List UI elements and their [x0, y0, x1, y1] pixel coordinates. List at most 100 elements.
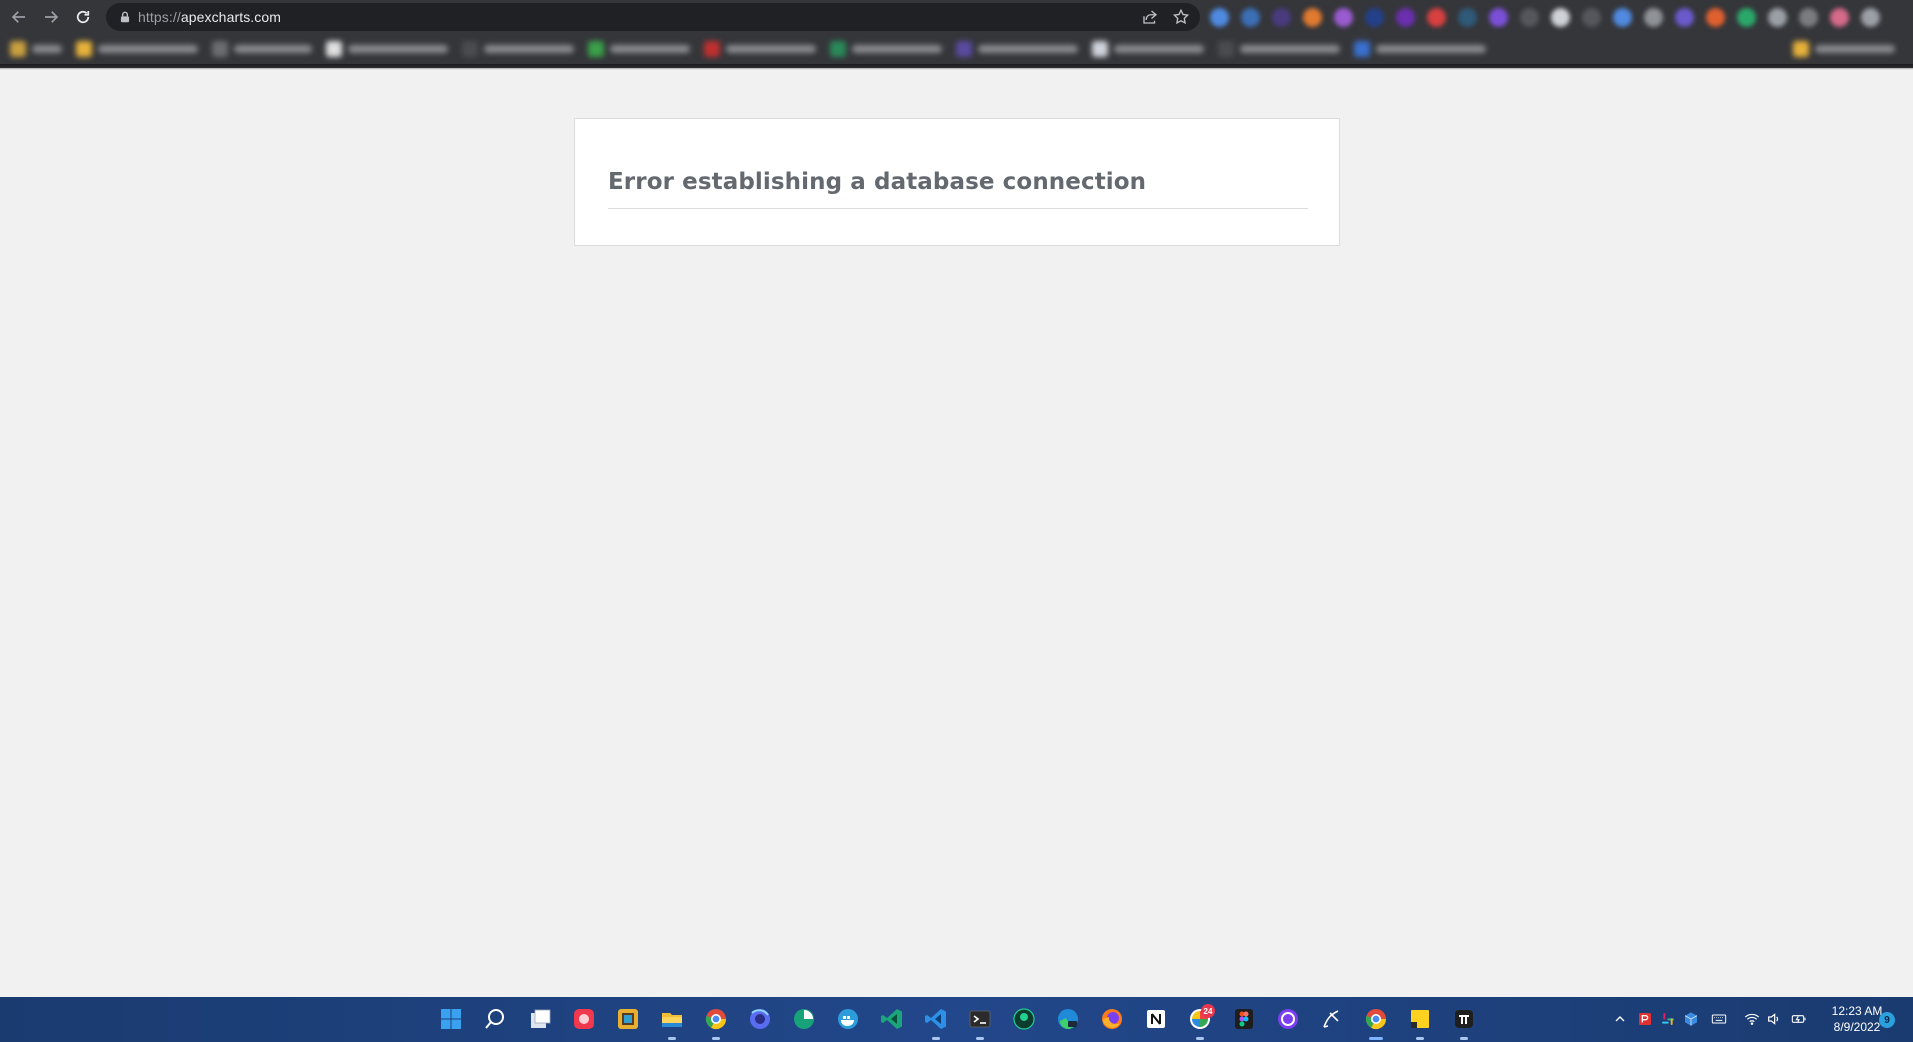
- bookmark-item[interactable]: [1218, 41, 1340, 57]
- notification-count-badge[interactable]: 9: [1879, 1012, 1895, 1028]
- extension-icon[interactable]: [1241, 7, 1260, 27]
- taskbar-chrome-canary[interactable]: [703, 1006, 729, 1032]
- app-pi-icon: [1455, 1010, 1473, 1028]
- running-indicator: [1196, 1037, 1204, 1040]
- extension-icon[interactable]: [1582, 7, 1601, 27]
- extension-icon[interactable]: [1613, 7, 1632, 27]
- keyboard-button[interactable]: [1709, 1009, 1729, 1029]
- keyboard-icon: [1711, 1014, 1727, 1024]
- start-button[interactable]: [438, 1006, 464, 1032]
- extension-icon[interactable]: [1210, 7, 1229, 27]
- url-text: https://apexcharts.com: [138, 9, 281, 25]
- reload-button[interactable]: [70, 4, 96, 30]
- running-indicator: [932, 1037, 940, 1040]
- app-flower-icon: [574, 1009, 594, 1029]
- share-button[interactable]: [1141, 8, 1159, 26]
- bookmark-item[interactable]: [212, 41, 312, 57]
- mail-unread-badge: 24: [1201, 1004, 1215, 1018]
- pdf-app-icon: [1639, 1013, 1651, 1025]
- search-button[interactable]: [482, 1006, 508, 1032]
- firefox-dev-icon: [750, 1009, 770, 1029]
- bookmark-item[interactable]: [462, 41, 574, 57]
- running-indicator: [976, 1037, 984, 1040]
- bookmark-item[interactable]: [830, 41, 942, 57]
- battery-button[interactable]: [1789, 1009, 1809, 1029]
- reload-icon: [76, 10, 90, 24]
- extension-icon[interactable]: [1489, 7, 1508, 27]
- bookmark-item[interactable]: [1092, 41, 1204, 57]
- volume-button[interactable]: [1764, 1009, 1784, 1029]
- extension-icon[interactable]: [1706, 7, 1725, 27]
- chrome-icon: [705, 1009, 727, 1030]
- taskbar-firefox-dev[interactable]: [747, 1006, 773, 1032]
- taskbar: 24 12:23 AM 8/9/2022: [0, 997, 1913, 1042]
- show-hidden-icons-button[interactable]: [1610, 1009, 1630, 1029]
- bookmark-item[interactable]: [704, 41, 816, 57]
- extension-icon[interactable]: [1799, 7, 1818, 27]
- bookmark-item[interactable]: [588, 41, 690, 57]
- sticky-notes-icon: [1411, 1010, 1429, 1028]
- tray-app-icon[interactable]: [1681, 1009, 1701, 1029]
- slack-icon: [1662, 1013, 1674, 1025]
- profile-avatar[interactable]: [1830, 7, 1849, 27]
- extension-icon[interactable]: [1272, 7, 1291, 27]
- taskbar-vscode-insiders[interactable]: [879, 1006, 905, 1032]
- taskbar-sticky-notes[interactable]: [1407, 1006, 1433, 1032]
- terminal-icon: [969, 1010, 991, 1028]
- bookmark-item[interactable]: [326, 41, 448, 57]
- taskbar-gitkraken[interactable]: [1011, 1006, 1037, 1032]
- tray-app-icon[interactable]: [1658, 1009, 1678, 1029]
- taskbar-file-explorer[interactable]: [659, 1006, 685, 1032]
- vscode-insiders-icon: [881, 1009, 902, 1029]
- chrome-shadow: [0, 64, 1913, 70]
- taskbar-chrome[interactable]: [1363, 1006, 1389, 1032]
- folder-icon: [662, 1013, 682, 1027]
- extension-icon[interactable]: [1520, 7, 1539, 27]
- extension-icon[interactable]: [1396, 7, 1415, 27]
- extension-icon[interactable]: [1427, 7, 1446, 27]
- taskbar-edge-dev[interactable]: [1055, 1006, 1081, 1032]
- taskbar-app[interactable]: [1275, 1006, 1301, 1032]
- taskbar-app[interactable]: [1319, 1006, 1345, 1032]
- taskbar-app[interactable]: [1451, 1006, 1477, 1032]
- notion-icon: [1147, 1010, 1165, 1028]
- menu-icon[interactable]: [1861, 7, 1880, 27]
- taskbar-docker[interactable]: [835, 1006, 861, 1032]
- bookmark-item[interactable]: [76, 41, 198, 57]
- task-view-button[interactable]: [527, 1006, 553, 1032]
- taskbar-terminal[interactable]: [967, 1006, 993, 1032]
- battery-charging-icon: [1791, 1015, 1806, 1023]
- taskbar-app[interactable]: [571, 1006, 597, 1032]
- extension-icon[interactable]: [1768, 7, 1787, 27]
- extension-icon[interactable]: [1365, 7, 1384, 27]
- taskbar-figma[interactable]: [1231, 1006, 1257, 1032]
- taskbar-app[interactable]: [615, 1006, 641, 1032]
- bookmark-item[interactable]: [10, 41, 62, 57]
- other-bookmarks[interactable]: [1793, 41, 1895, 57]
- wifi-button[interactable]: [1742, 1009, 1762, 1029]
- taskbar-vscode[interactable]: [923, 1006, 949, 1032]
- taskbar-notion[interactable]: [1143, 1006, 1169, 1032]
- taskbar-app[interactable]: [791, 1006, 817, 1032]
- address-bar[interactable]: https://apexcharts.com: [106, 3, 1200, 31]
- extension-icon[interactable]: [1551, 7, 1570, 27]
- edge-dev-icon: [1058, 1009, 1078, 1029]
- extension-icon[interactable]: [1675, 7, 1694, 27]
- extension-icon[interactable]: [1334, 7, 1353, 27]
- url-host: apexcharts.com: [180, 9, 282, 25]
- bookmark-star-button[interactable]: [1172, 8, 1190, 26]
- forward-button[interactable]: [38, 4, 64, 30]
- forward-arrow-icon: [45, 11, 59, 23]
- extensions-area: [1210, 7, 1910, 27]
- extension-icon[interactable]: [1458, 7, 1477, 27]
- tray-app-icon[interactable]: [1635, 1009, 1655, 1029]
- taskbar-firefox[interactable]: [1099, 1006, 1125, 1032]
- cube-icon: [1684, 1012, 1698, 1026]
- back-button[interactable]: [6, 4, 32, 30]
- bookmark-item[interactable]: [956, 41, 1078, 57]
- extension-icon[interactable]: [1644, 7, 1663, 27]
- extension-icon[interactable]: [1303, 7, 1322, 27]
- running-indicator: [712, 1037, 720, 1040]
- extension-icon[interactable]: [1737, 7, 1756, 27]
- bookmark-item[interactable]: [1354, 41, 1486, 57]
